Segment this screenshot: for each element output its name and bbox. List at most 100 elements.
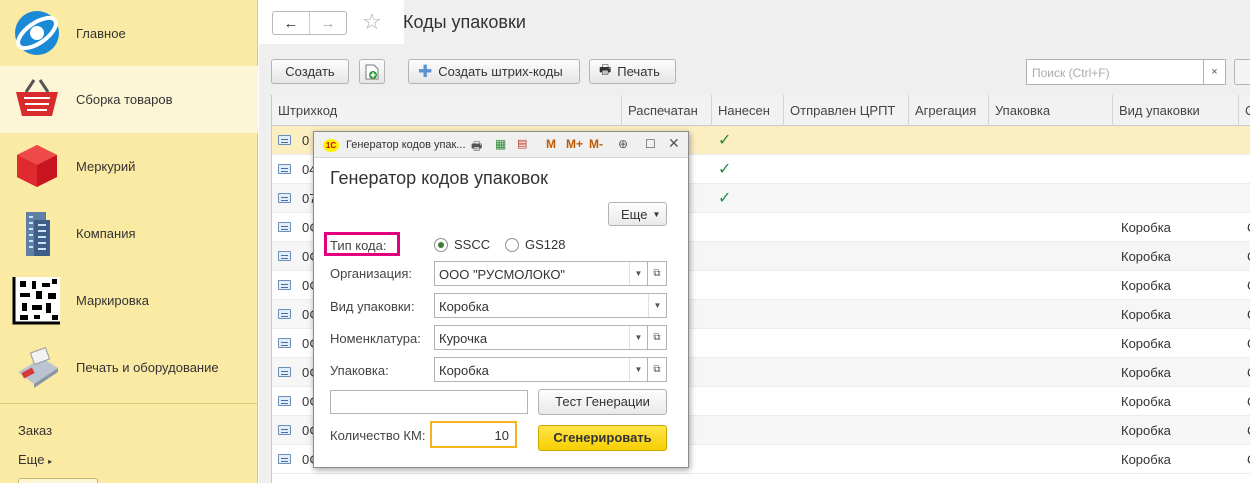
cell-extra: С <box>1241 387 1250 416</box>
building-icon <box>26 212 50 256</box>
search-options-button[interactable] <box>1234 59 1250 85</box>
cell-extra: С <box>1241 271 1250 300</box>
calendar-icon[interactable]: ▤ <box>517 137 527 150</box>
chevron-down-icon[interactable]: ▼ <box>629 358 647 381</box>
dialog-heading: Генератор кодов упаковок <box>330 168 549 188</box>
create-copy-button[interactable] <box>359 59 385 84</box>
more-label: Еще <box>621 207 648 222</box>
search-input[interactable]: Поиск (Ctrl+F) <box>1026 59 1204 85</box>
radio-gs128[interactable]: GS128 <box>505 237 565 252</box>
print-label: Печать <box>617 64 660 79</box>
cell-extra: С <box>1241 213 1250 242</box>
column-sent-crpt[interactable]: Отправлен ЦРПТ <box>784 95 909 126</box>
sidebar-item-label: Маркировка <box>76 293 149 308</box>
maximize-icon[interactable]: ☐ <box>645 137 656 151</box>
create-button[interactable]: Создать <box>271 59 349 84</box>
cell-extra: С <box>1241 445 1250 474</box>
check-icon: ✓ <box>718 132 732 149</box>
cell-extra: С <box>1241 242 1250 271</box>
test-generation-button[interactable]: Тест Генерации <box>538 389 667 415</box>
pack-field[interactable]: Коробка ▼ <box>434 357 648 382</box>
sidebar: Главное Сборка товаров Меркурий Компания <box>0 0 258 483</box>
printer-icon: 🖶 <box>599 61 612 77</box>
sidebar-link-more[interactable]: Еще ▸ <box>18 452 52 467</box>
nomenclature-field[interactable]: Курочка ▼ <box>434 325 648 350</box>
org-field[interactable]: ООО "РУСМОЛОКО" ▼ <box>434 261 648 286</box>
pack-value: Коробка <box>439 363 489 378</box>
sidebar-link-more-label: Еще <box>18 452 45 467</box>
basket-icon <box>16 79 58 116</box>
calculator-icon[interactable]: ▦ <box>495 137 506 151</box>
generate-button[interactable]: Сгенерировать <box>538 425 667 451</box>
check-icon: ✓ <box>718 161 732 178</box>
radio-sscc[interactable]: SSCC <box>434 237 490 252</box>
pack-kind-value: Коробка <box>439 299 489 314</box>
table-header: Штрихкод Распечатан Нанесен Отправлен ЦР… <box>272 95 1250 126</box>
sidebar-bottom-tab[interactable] <box>18 478 98 483</box>
memory-plus-button[interactable]: M+ <box>566 137 583 151</box>
nomenclature-value: Курочка <box>439 331 488 346</box>
pack-open-button[interactable]: ⧉ <box>648 357 667 382</box>
column-aggregation[interactable]: Агрегация <box>909 95 989 126</box>
test-result-field[interactable] <box>330 390 528 414</box>
nomenclature-open-button[interactable]: ⧉ <box>648 325 667 350</box>
sidebar-link-order[interactable]: Заказ <box>18 423 52 438</box>
red-cube-icon <box>17 145 57 187</box>
sidebar-item-label: Меркурий <box>76 159 136 174</box>
create-barcodes-button[interactable]: ✚ Создать штрих-коды <box>408 59 580 84</box>
barcode-icon <box>278 222 291 232</box>
column-extra[interactable]: С <box>1239 95 1250 126</box>
barcode-icon <box>278 280 291 290</box>
dialog-titlebar[interactable]: 1С Генератор кодов упак... 🖶 ▦ ▤ M M+ M-… <box>314 132 688 158</box>
sidebar-item-printing[interactable]: Печать и оборудование <box>0 334 258 401</box>
qty-label: Количество КМ: <box>330 428 426 443</box>
dialog-window-title: Генератор кодов упак... <box>346 139 466 151</box>
plus-icon: ✚ <box>418 61 433 81</box>
more-button[interactable]: Еще ▼ <box>608 202 667 226</box>
column-barcode[interactable]: Штрихкод <box>272 95 622 126</box>
sidebar-item-company[interactable]: Компания <box>0 200 258 267</box>
memory-minus-button[interactable]: M- <box>589 137 603 151</box>
sidebar-item-mercury[interactable]: Меркурий <box>0 133 258 200</box>
globe-icon <box>15 11 59 55</box>
add-document-icon <box>365 64 379 79</box>
sidebar-item-label: Главное <box>76 26 126 41</box>
print-button[interactable]: 🖶 Печать <box>589 59 676 84</box>
barcode-icon <box>278 338 291 348</box>
check-icon: ✓ <box>718 190 732 207</box>
org-open-button[interactable]: ⧉ <box>648 261 667 286</box>
pack-label: Упаковка: <box>330 363 389 378</box>
zoom-icon[interactable]: ⊕ <box>618 137 628 151</box>
radio-sscc-label: SSCC <box>454 237 491 252</box>
memory-button[interactable]: M <box>546 137 556 151</box>
pack-kind-field[interactable]: Коробка ▼ <box>434 293 667 318</box>
barcode-icon <box>278 309 291 319</box>
cell-package-kind: Коробка <box>1121 307 1171 322</box>
close-icon[interactable]: ✕ <box>668 135 680 152</box>
column-package-kind[interactable]: Вид упаковки <box>1113 95 1239 126</box>
chevron-down-icon[interactable]: ▼ <box>648 294 666 317</box>
chevron-down-icon[interactable]: ▼ <box>629 326 647 349</box>
column-package[interactable]: Упаковка <box>989 95 1113 126</box>
back-button[interactable]: ← <box>273 12 309 34</box>
star-icon[interactable]: ☆ <box>362 9 382 35</box>
print-icon[interactable]: 🖶 <box>471 137 482 158</box>
column-printed[interactable]: Распечатан <box>622 95 712 126</box>
create-barcodes-label: Создать штрих-коды <box>438 64 563 79</box>
sidebar-item-label: Компания <box>76 226 136 241</box>
radio-gs128-label: GS128 <box>525 237 566 252</box>
barcode-icon <box>278 251 291 261</box>
sidebar-item-marking[interactable]: Маркировка <box>0 267 258 334</box>
nomenclature-label: Номенклатура: <box>330 331 421 346</box>
qty-input[interactable]: 10 <box>430 421 517 448</box>
forward-button[interactable]: → <box>309 12 346 34</box>
search-clear-button[interactable]: × <box>1204 59 1226 85</box>
sidebar-item-main[interactable]: Главное <box>0 0 258 67</box>
column-applied[interactable]: Нанесен <box>712 95 784 126</box>
sidebar-item-assembly[interactable]: Сборка товаров <box>0 66 258 133</box>
barcode-icon <box>278 367 291 377</box>
org-value: ООО "РУСМОЛОКО" <box>439 267 566 282</box>
cell-extra: С <box>1241 300 1250 329</box>
barcode-icon <box>278 193 291 203</box>
chevron-down-icon[interactable]: ▼ <box>629 262 647 285</box>
